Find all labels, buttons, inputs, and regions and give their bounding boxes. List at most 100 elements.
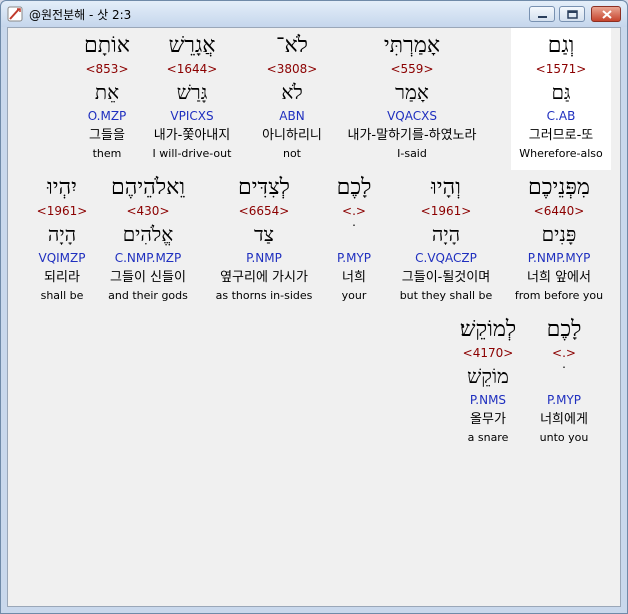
strong-number[interactable]: <3808> [242, 62, 342, 76]
hebrew-word: וְהָיוּ [431, 175, 461, 200]
word-cell[interactable]: לֹא־ <3808> לֹא ABN 아니하리니 not [242, 28, 342, 170]
maximize-button[interactable] [559, 6, 585, 22]
hebrew-word: מִפְּנֵיכֶם [528, 175, 590, 200]
lemma: הָיָה [431, 222, 461, 246]
parse-code: VPICXS [170, 109, 214, 123]
title-bar[interactable]: @원전분해 - 삿 2:3 [1, 1, 627, 27]
strong-number[interactable]: <430> [96, 204, 200, 218]
english-gloss: a snare [467, 431, 509, 444]
close-button[interactable] [591, 6, 621, 22]
parse-code: ABN [279, 109, 305, 123]
english-gloss: but they shall be [399, 289, 493, 302]
lemma: הָיָה [47, 222, 77, 246]
word-cell[interactable]: לְמוֹקֵשׁ׃ <4170> מוֹקֵשׁ P.NMS 올무가 a sn… [448, 312, 528, 454]
korean-gloss: 아니하리니 [262, 128, 322, 143]
interlinear-panel[interactable]: וְגַם <1571> גַּם C.AB 그러므로-또 Wherefore-… [7, 27, 621, 607]
korean-gloss: 그들이-될것이며 [401, 270, 491, 285]
hebrew-word: לְצִדִּים [238, 175, 290, 200]
lemma: אָמַר [395, 80, 429, 104]
strong-number[interactable]: <.> [319, 204, 389, 218]
parse-code: P.MYP [546, 393, 582, 407]
english-gloss: I-said [397, 147, 427, 160]
korean-gloss: 내가-말하기를-하였노라 [347, 128, 477, 143]
strong-number[interactable]: <559> [322, 62, 502, 76]
strong-number[interactable]: <1571> [511, 62, 611, 76]
word-cell[interactable]: וְהָיוּ <1961> הָיָה C.VQACZP 그들이-될것이며 b… [381, 170, 511, 312]
strong-number[interactable]: <1644> [142, 62, 242, 76]
word-cell[interactable]: אֲגָרֵשׁ <1644> גָּרַשׁ VPICXS 내가-쫓아내지 I… [142, 28, 242, 170]
word-cell[interactable]: לְצִדִּים <6654> צַד P.NMP 옆구리에 가시가 as t… [204, 170, 324, 312]
word-cell[interactable]: וֵאלֹהֵיהֶם <430> אֱלֹהִים C.NMP.MZP 그들이… [96, 170, 200, 312]
korean-gloss: 옆구리에 가시가 [220, 270, 308, 285]
korean-gloss: 되리라 [44, 270, 80, 285]
strong-number[interactable]: <1961> [381, 204, 511, 218]
lemma: אֱלֹהִים [122, 222, 174, 246]
parse-code: VQACXS [387, 109, 437, 123]
korean-gloss: 그러므로-또 [528, 128, 594, 143]
strong-number[interactable]: <1961> [32, 204, 92, 218]
hebrew-word: וְגַם [547, 33, 575, 58]
word-cell[interactable]: אוֹתָם <853> אֵת O.MZP 그들을 them [62, 28, 152, 170]
word-cell[interactable]: מִפְּנֵיכֶם <6440> פָּנִים P.NMP.MYP 너희 … [506, 170, 612, 312]
english-gloss: not [282, 147, 301, 160]
lemma: ׄ [319, 220, 389, 248]
strong-number[interactable]: <6654> [204, 204, 324, 218]
lemma: צַד [253, 222, 275, 246]
maximize-icon [567, 10, 578, 19]
english-gloss: them [92, 147, 122, 160]
parse-code: P.NMS [469, 393, 507, 407]
parse-code: C.NMP.MZP [114, 251, 182, 265]
word-cell[interactable]: לָכֶם <.> ׄ P.MYP 너희 your [319, 170, 389, 312]
strong-number[interactable]: <4170> [448, 346, 528, 360]
english-gloss: and their gods [108, 289, 188, 302]
parse-code: P.NMP [246, 251, 282, 265]
hebrew-word: לָכֶם [336, 175, 372, 200]
hebrew-word: אֲגָרֵשׁ [168, 33, 216, 58]
app-window: @원전분해 - 삿 2:3 וְגַם <1571> גַּם C.AB 그러므… [0, 0, 628, 614]
korean-gloss: 너희에게 [540, 412, 588, 427]
lemma: גָּרַשׁ [176, 80, 208, 104]
lemma: לֹא [281, 80, 303, 104]
english-gloss: unto you [539, 431, 589, 444]
close-icon [602, 10, 612, 19]
hebrew-word: יִהְיוּ [47, 175, 77, 200]
hebrew-word: לָכֶם [546, 317, 582, 342]
english-gloss: shall be [40, 289, 84, 302]
parse-code: O.MZP [87, 109, 127, 123]
lemma: מוֹקֵשׁ [467, 364, 509, 388]
minimize-button[interactable] [529, 6, 555, 22]
hebrew-word: לְמוֹקֵשׁ׃ [459, 317, 517, 342]
hebrew-word: לֹא־ [276, 33, 308, 58]
strong-number[interactable]: <6440> [506, 204, 612, 218]
window-title: @원전분해 - 삿 2:3 [29, 8, 132, 22]
hebrew-word: וֵאלֹהֵיהֶם [111, 175, 185, 200]
lemma: גַּם [551, 80, 571, 104]
english-gloss: from before you [514, 289, 604, 302]
korean-gloss: 올무가 [470, 412, 506, 427]
lemma: אֵת [94, 80, 120, 104]
strong-number[interactable]: <853> [62, 62, 152, 76]
korean-gloss: 내가-쫓아내지 [153, 128, 231, 143]
strong-number[interactable]: <.> [528, 346, 600, 360]
hebrew-word: אָמַרְתִּי [383, 33, 441, 58]
english-gloss: Wherefore-also [519, 147, 603, 160]
english-gloss: your [341, 289, 367, 302]
lemma: ׄ [528, 362, 600, 390]
english-gloss: I will-drive-out [152, 147, 232, 160]
korean-gloss: 너희 앞에서 [527, 270, 591, 285]
word-cell[interactable]: יִהְיוּ <1961> הָיָה VQIMZP 되리라 shall be [32, 170, 92, 312]
parse-code: P.NMP.MYP [527, 251, 591, 265]
korean-gloss: 너희 [342, 270, 366, 285]
korean-gloss: 그들이 신들이 [110, 270, 186, 285]
hebrew-word: אוֹתָם [84, 33, 130, 58]
parse-code: VQIMZP [38, 251, 86, 265]
lemma: פָּנִים [541, 222, 577, 246]
parse-code: P.MYP [336, 251, 372, 265]
word-cell[interactable]: וְגַם <1571> גַּם C.AB 그러므로-또 Wherefore-… [511, 28, 611, 170]
korean-gloss: 그들을 [89, 128, 125, 143]
app-icon[interactable] [7, 6, 23, 22]
word-cell[interactable]: לָכֶם <.> ׄ P.MYP 너희에게 unto you [528, 312, 600, 454]
parse-code: C.AB [546, 109, 576, 123]
word-cell[interactable]: אָמַרְתִּי <559> אָמַר VQACXS 내가-말하기를-하였… [322, 28, 502, 170]
english-gloss: as thorns in-sides [215, 289, 313, 302]
